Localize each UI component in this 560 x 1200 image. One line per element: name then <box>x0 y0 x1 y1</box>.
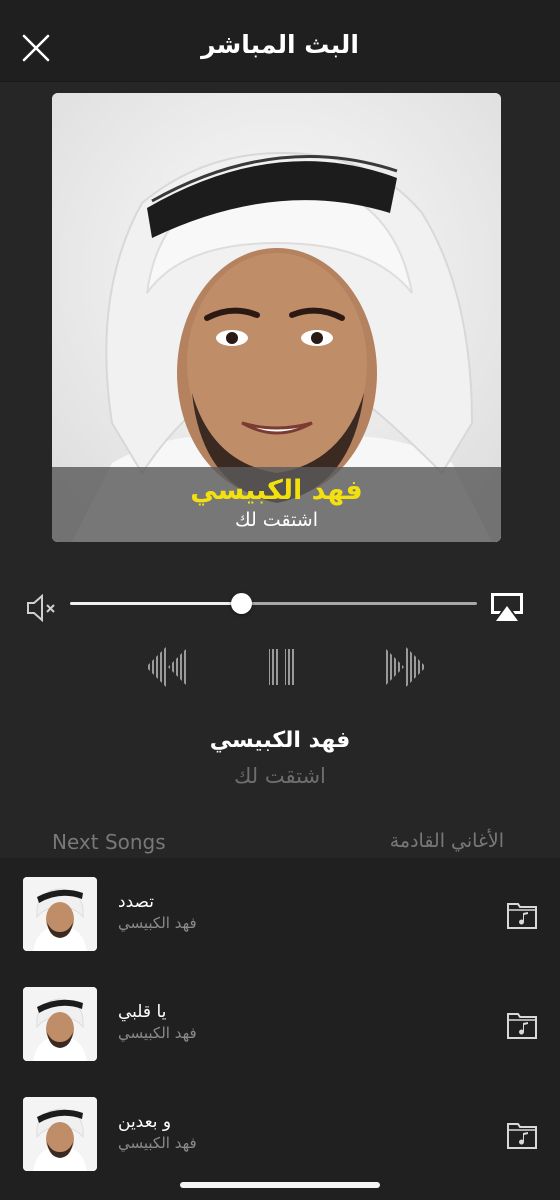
song-title: يا قلبي <box>118 1002 167 1022</box>
volume-slider[interactable] <box>70 593 477 614</box>
page-title: البث المباشر <box>201 30 359 59</box>
pause-button[interactable] <box>268 645 298 689</box>
next-songs-label-en: Next Songs <box>52 830 166 854</box>
home-indicator[interactable] <box>180 1182 380 1188</box>
song-title: و بعدين <box>118 1112 172 1132</box>
album-artwork: فهد الكبيسي اشتقت لك <box>52 93 501 542</box>
music-folder-icon[interactable] <box>506 900 538 930</box>
airplay-icon[interactable] <box>488 590 526 624</box>
live-stream-screen: البث المباشر فهد الكبيسي اشتقت لك فهد ال… <box>0 0 560 1200</box>
artwork-caption: فهد الكبيسي اشتقت لك <box>52 467 501 542</box>
next-songs-header: Next Songs الأغاني القادمة <box>0 828 560 858</box>
music-folder-icon[interactable] <box>506 1120 538 1150</box>
song-artist: فهد الكبيسي <box>118 1024 197 1042</box>
volume-slider-thumb[interactable] <box>231 593 252 614</box>
list-item[interactable]: تصدد فهد الكبيسي <box>0 858 560 968</box>
list-item[interactable]: يا قلبي فهد الكبيسي <box>0 968 560 1078</box>
volume-slider-track <box>241 602 477 605</box>
song-thumbnail <box>23 877 97 951</box>
song-thumbnail <box>23 987 97 1061</box>
song-artist: فهد الكبيسي <box>118 1134 197 1152</box>
volume-mute-icon[interactable] <box>24 590 60 626</box>
next-songs-label-ar: الأغاني القادمة <box>389 830 504 852</box>
artwork-song-title: اشتقت لك <box>234 509 319 531</box>
list-item[interactable]: و بعدين فهد الكبيسي <box>0 1078 560 1188</box>
now-playing-artist: فهد الكبيسي <box>209 728 351 753</box>
artwork-artist-name: فهد الكبيسي <box>190 475 363 506</box>
rewind-button[interactable] <box>144 645 190 689</box>
fast-forward-button[interactable] <box>382 645 428 689</box>
header-bar: البث المباشر <box>0 0 560 82</box>
song-thumbnail <box>23 1097 97 1171</box>
volume-slider-fill <box>70 602 241 605</box>
next-songs-list: تصدد فهد الكبيسي يا قلبي فهد الكبيسي و ب… <box>0 858 560 1200</box>
now-playing-song: اشتقت لك <box>234 764 326 788</box>
song-title: تصدد <box>118 892 154 912</box>
song-artist: فهد الكبيسي <box>118 914 197 932</box>
music-folder-icon[interactable] <box>506 1010 538 1040</box>
